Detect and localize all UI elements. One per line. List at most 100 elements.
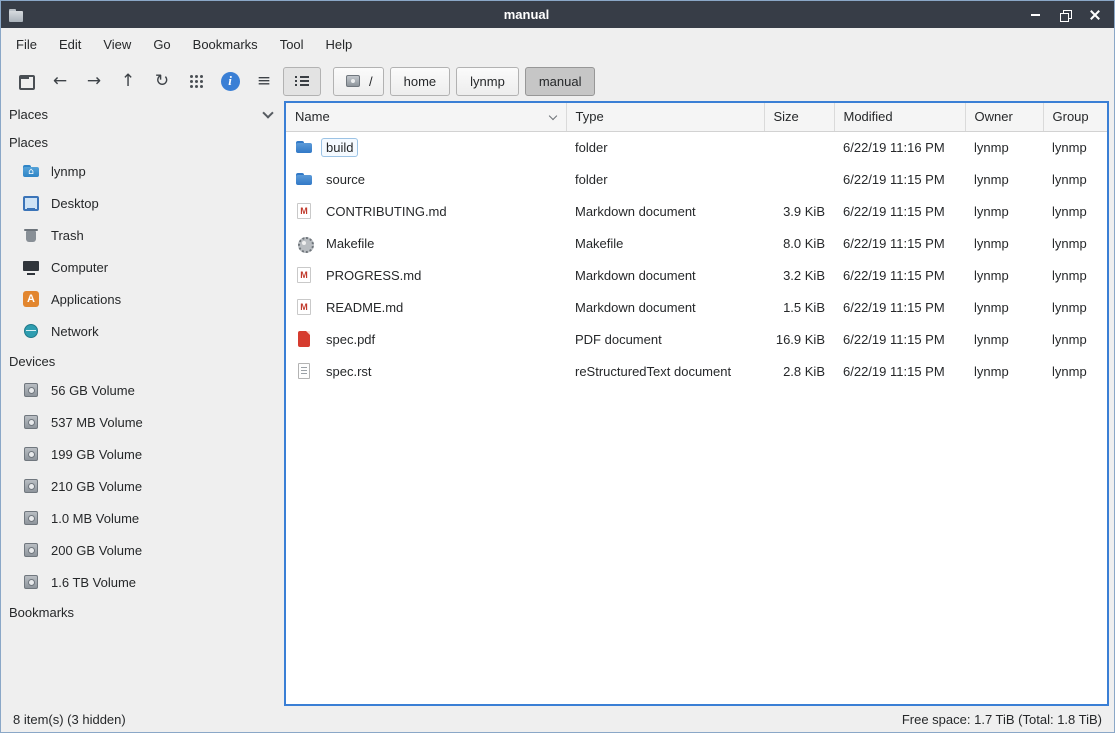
window-title: manual <box>25 7 1028 22</box>
sidebar-pane-title: Places <box>9 107 48 122</box>
sidebar-item-lynmp[interactable]: lynmp <box>1 155 284 187</box>
sidebar-item-210-gb-volume[interactable]: 210 GB Volume <box>1 470 284 502</box>
applications-icon <box>22 290 40 308</box>
menu-bookmarks[interactable]: Bookmarks <box>182 32 269 57</box>
back-button[interactable]: ← <box>45 67 75 95</box>
file-modified: 6/22/19 11:15 PM <box>834 163 965 195</box>
titlebar: manual <box>1 1 1114 28</box>
menu-help[interactable]: Help <box>315 32 364 57</box>
menubar: File Edit View Go Bookmarks Tool Help <box>1 28 1114 61</box>
file-group: lynmp <box>1043 291 1107 323</box>
file-group: lynmp <box>1043 195 1107 227</box>
file-owner: lynmp <box>965 131 1043 163</box>
file-row-contributing-md[interactable]: CONTRIBUTING.md Markdown document 3.9 Ki… <box>286 195 1107 227</box>
sidebar-item-1-6-tb-volume[interactable]: 1.6 TB Volume <box>1 566 284 598</box>
path-segment-manual[interactable]: manual <box>525 67 596 96</box>
file-group: lynmp <box>1043 355 1107 387</box>
reload-button[interactable]: ↻ <box>147 67 177 95</box>
info-icon: i <box>221 72 240 91</box>
sidebar-item-200-gb-volume[interactable]: 200 GB Volume <box>1 534 284 566</box>
sidebar-item-network[interactable]: Network <box>1 315 284 347</box>
restore-button[interactable] <box>1058 8 1072 22</box>
path-root-label: / <box>369 74 373 89</box>
sort-indicator-icon <box>548 112 556 120</box>
file-row-source[interactable]: source folder 6/22/19 11:15 PM lynmp lyn… <box>286 163 1107 195</box>
file-list-panel[interactable]: NameTypeSizeModifiedOwnerGroup build fol… <box>284 101 1109 706</box>
path-root-button[interactable]: / <box>333 67 384 96</box>
file-row-spec-pdf[interactable]: spec.pdf PDF document 16.9 KiB 6/22/19 1… <box>286 323 1107 355</box>
volume-icon <box>22 573 40 591</box>
column-header-group[interactable]: Group <box>1043 103 1107 131</box>
sidebar-section-title: Places <box>1 128 284 155</box>
file-owner: lynmp <box>965 259 1043 291</box>
file-size: 3.9 KiB <box>764 195 834 227</box>
file-modified: 6/22/19 11:15 PM <box>834 323 965 355</box>
file-size <box>764 131 834 163</box>
window-body: Places Places lynmp Desktop Trash Comput… <box>1 101 1114 706</box>
volume-icon <box>22 445 40 463</box>
file-row-readme-md[interactable]: README.md Markdown document 1.5 KiB 6/22… <box>286 291 1107 323</box>
sidebar-item-desktop[interactable]: Desktop <box>1 187 284 219</box>
list-view-toggle-button[interactable] <box>283 67 321 96</box>
file-row-spec-rst[interactable]: spec.rst reStructuredText document 2.8 K… <box>286 355 1107 387</box>
minimize-button[interactable] <box>1028 8 1042 22</box>
status-free-space: Free space: 1.7 TiB (Total: 1.8 TiB) <box>902 712 1102 727</box>
sidebar-item-applications[interactable]: Applications <box>1 283 284 315</box>
column-header-type[interactable]: Type <box>566 103 764 131</box>
main-menu-button[interactable]: ≡ <box>249 67 279 95</box>
file-name: spec.rst <box>322 363 376 380</box>
menu-view[interactable]: View <box>92 32 142 57</box>
restore-icon <box>1060 10 1070 20</box>
path-segment-lynmp[interactable]: lynmp <box>456 67 519 96</box>
sidebar-item-1-0-mb-volume[interactable]: 1.0 MB Volume <box>1 502 284 534</box>
forward-button[interactable]: → <box>79 67 109 95</box>
sidebar-item-label: 1.6 TB Volume <box>51 575 136 590</box>
close-button[interactable] <box>1088 8 1102 22</box>
column-header-name[interactable]: Name <box>286 103 566 131</box>
file-row-makefile[interactable]: Makefile Makefile 8.0 KiB 6/22/19 11:15 … <box>286 227 1107 259</box>
sidebar-pane-header[interactable]: Places <box>1 101 284 128</box>
sidebar-item-537-mb-volume[interactable]: 537 MB Volume <box>1 406 284 438</box>
statusbar: 8 item(s) (3 hidden) Free space: 1.7 TiB… <box>1 706 1114 732</box>
path-bar: / home lynmp manual <box>333 67 595 96</box>
sidebar-item-56-gb-volume[interactable]: 56 GB Volume <box>1 374 284 406</box>
file-name: source <box>322 171 369 188</box>
menu-edit[interactable]: Edit <box>48 32 92 57</box>
up-button[interactable]: ↑ <box>113 67 143 95</box>
menu-tool[interactable]: Tool <box>269 32 315 57</box>
file-size: 16.9 KiB <box>764 323 834 355</box>
file-manager-window: manual File Edit View Go Bookmarks Tool … <box>0 0 1115 733</box>
volume-icon <box>22 509 40 527</box>
status-items-count: 8 item(s) (3 hidden) <box>13 712 126 727</box>
file-group: lynmp <box>1043 323 1107 355</box>
menu-file[interactable]: File <box>5 32 48 57</box>
window-icon <box>9 8 25 22</box>
makefile-icon <box>295 234 313 252</box>
sidebar-item-computer[interactable]: Computer <box>1 251 284 283</box>
new-tab-button[interactable] <box>11 67 41 95</box>
chevron-down-icon <box>262 107 273 118</box>
icon-view-button[interactable] <box>181 67 211 95</box>
sidebar-item-trash[interactable]: Trash <box>1 219 284 251</box>
file-name: README.md <box>322 299 407 316</box>
menu-go[interactable]: Go <box>142 32 181 57</box>
path-segment-home[interactable]: home <box>390 67 451 96</box>
sidebar-item-label: Computer <box>51 260 108 275</box>
file-type: reStructuredText document <box>566 355 764 387</box>
file-modified: 6/22/19 11:15 PM <box>834 259 965 291</box>
column-header-modified[interactable]: Modified <box>834 103 965 131</box>
pdf-icon <box>295 330 313 348</box>
file-row-build[interactable]: build folder 6/22/19 11:16 PM lynmp lynm… <box>286 131 1107 163</box>
file-row-progress-md[interactable]: PROGRESS.md Markdown document 3.2 KiB 6/… <box>286 259 1107 291</box>
column-header-owner[interactable]: Owner <box>965 103 1043 131</box>
sidebar-item-199-gb-volume[interactable]: 199 GB Volume <box>1 438 284 470</box>
markdown-icon <box>295 298 313 316</box>
computer-icon <box>22 258 40 276</box>
sidebar-item-label: lynmp <box>51 164 86 179</box>
sidebar-section: Bookmarks <box>1 598 284 625</box>
column-header-size[interactable]: Size <box>764 103 834 131</box>
file-type: folder <box>566 131 764 163</box>
rst-icon <box>295 362 313 380</box>
info-button[interactable]: i <box>215 67 245 95</box>
toolbar: ← → ↑ ↻ i ≡ / home lynmp manual <box>1 61 1114 101</box>
